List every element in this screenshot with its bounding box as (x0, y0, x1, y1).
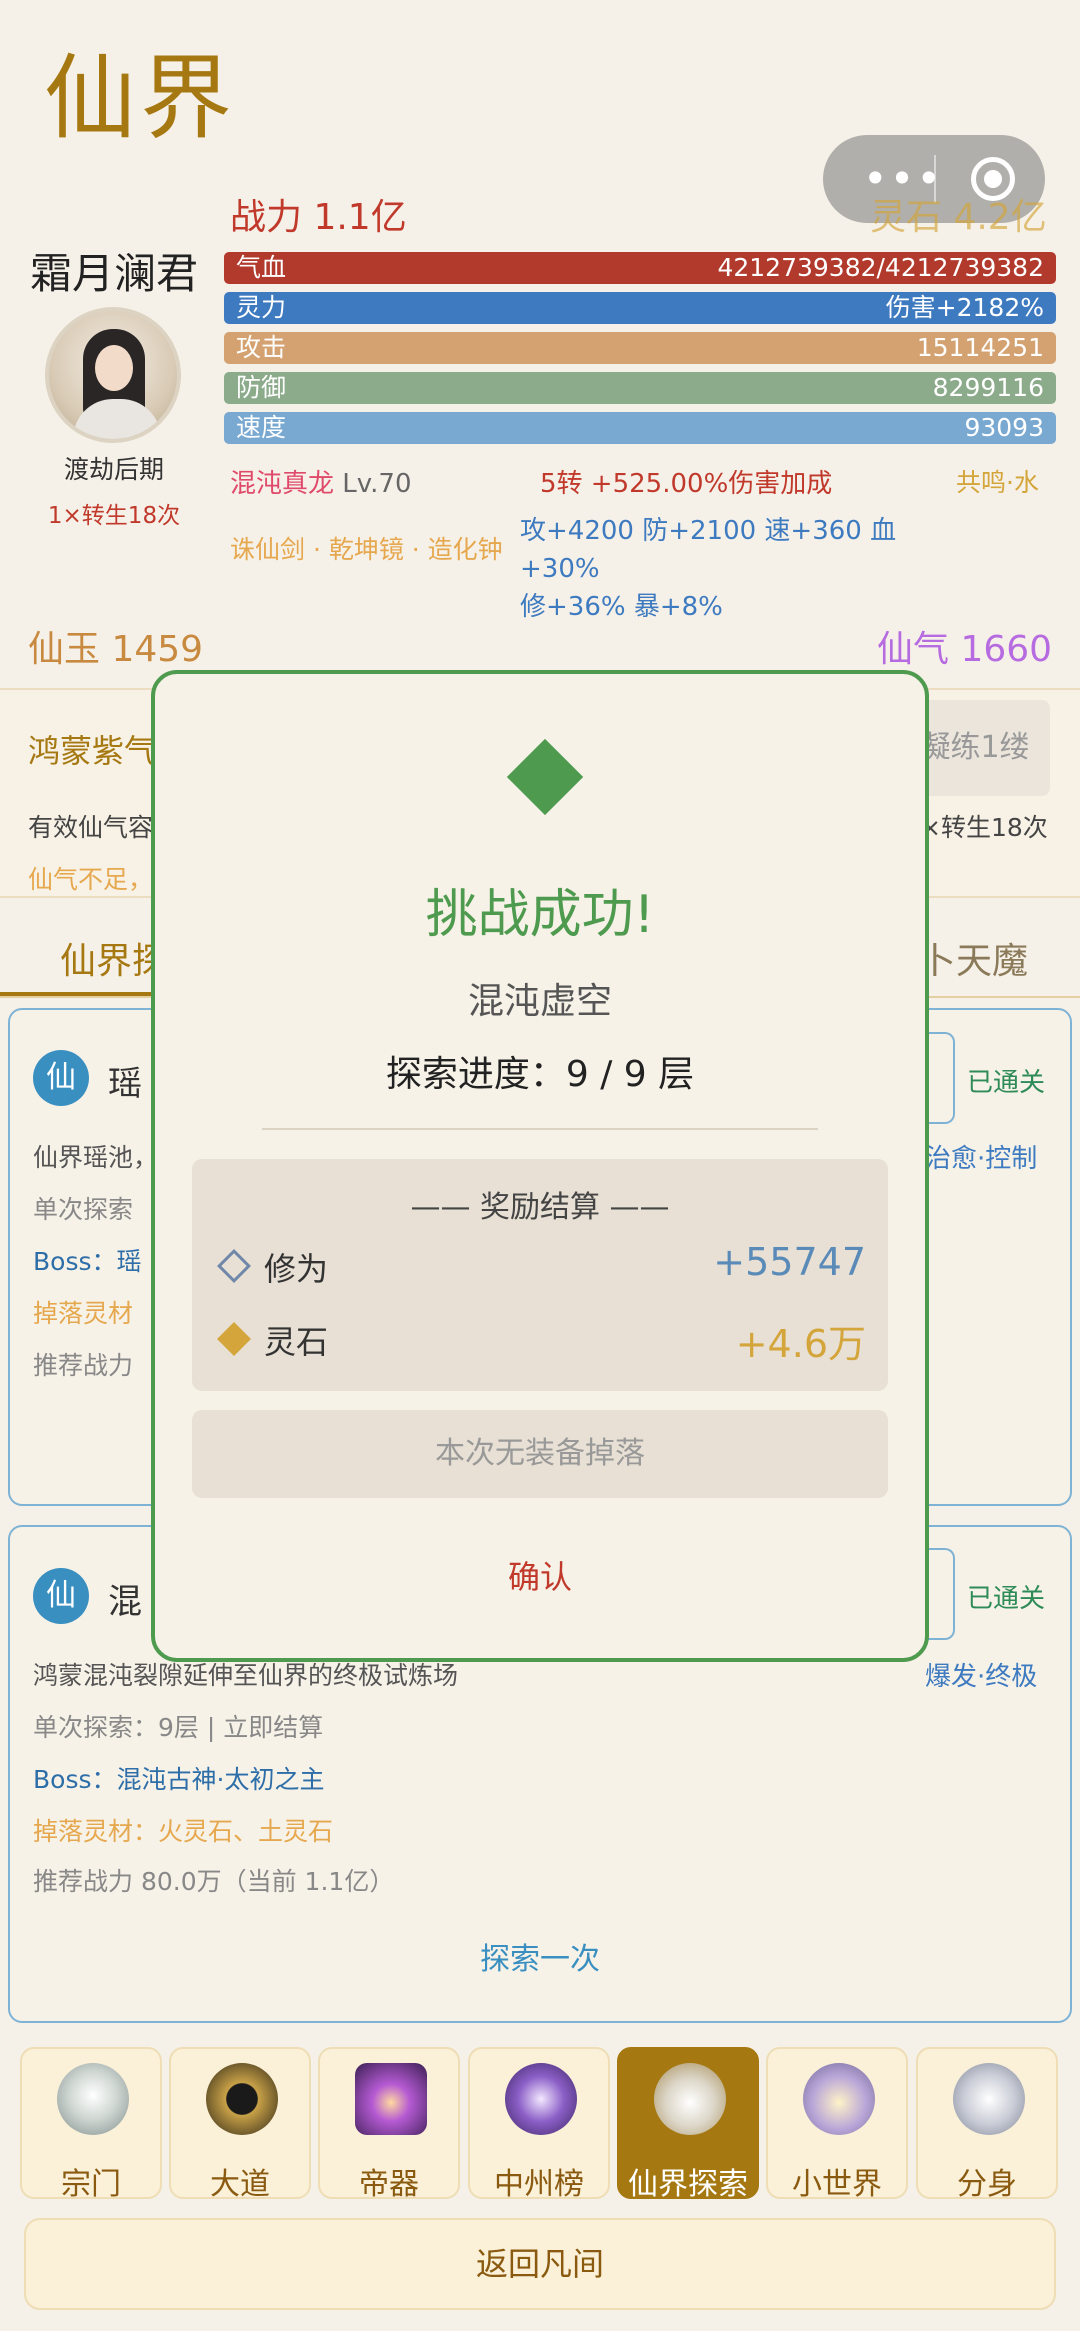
modal-progress: 探索进度：9 / 9 层 (385, 1054, 695, 1095)
reward-label: 灵石 (264, 1323, 329, 1361)
reward-label: 修为 (264, 1250, 329, 1288)
reward-value: +4.6万 (735, 1322, 866, 1366)
reward-header: —— 奖励结算 —— (410, 1190, 670, 1225)
modal-location: 混沌虚空 (467, 981, 612, 1022)
modal-title: 挑战成功! (425, 885, 655, 945)
modal-divider (262, 1128, 818, 1130)
no-equipment-notice: 本次无装备掉落 (192, 1410, 888, 1498)
confirm-button[interactable]: 确认 (151, 1552, 929, 1598)
reward-value: +55747 (713, 1240, 866, 1284)
